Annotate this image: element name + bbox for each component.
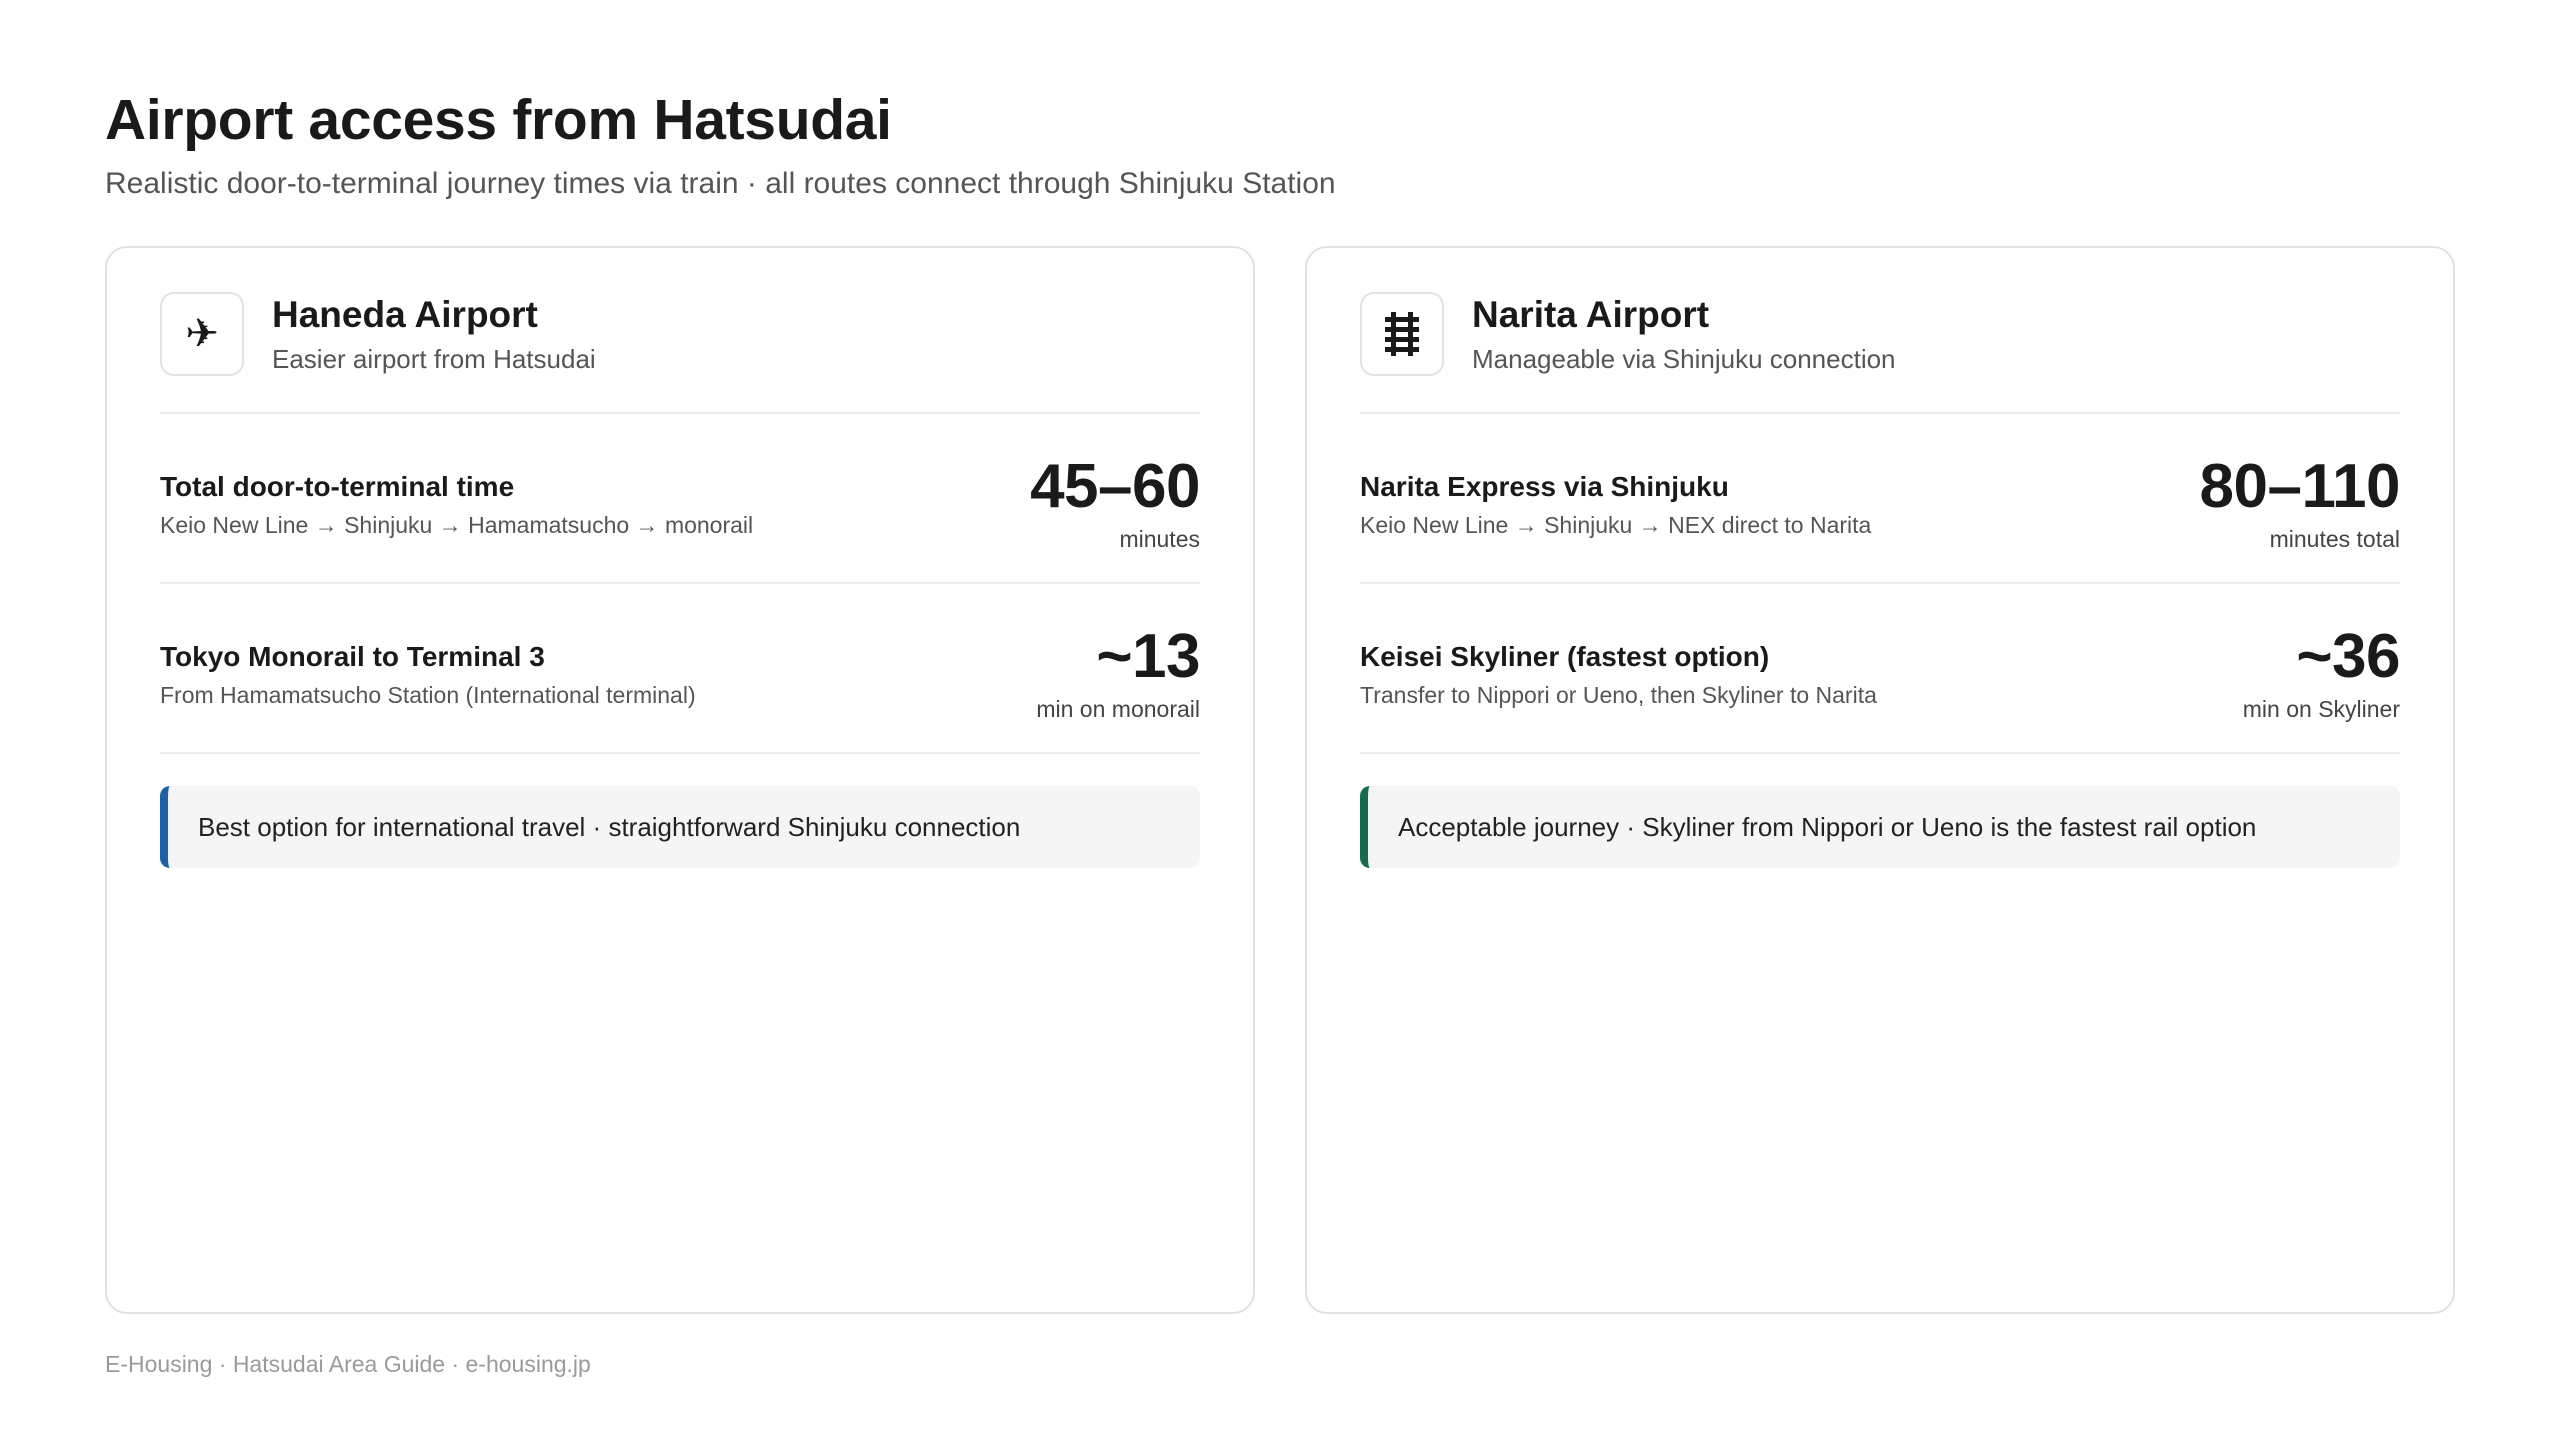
narita-card: Narita Airport Manageable via Shinjuku c… <box>1305 246 2455 1314</box>
stat-detail: Keio New Line → Shinjuku → Hamamatsucho … <box>160 512 754 538</box>
card-header: Narita Airport Manageable via Shinjuku c… <box>1360 292 2400 414</box>
stat-row-skyliner: Keisei Skyliner (fastest option) Transfe… <box>1360 584 2401 754</box>
page-subtitle: Realistic door-to-terminal journey times… <box>105 167 1336 200</box>
stat-row-narita-express: Narita Express via Shinjuku Keio New Lin… <box>1360 414 2401 584</box>
stat-value: 80–110 <box>2199 452 2401 521</box>
card-description: Easier airport from Hatsudai <box>272 344 596 374</box>
page-title: Airport access from Hatsudai <box>105 88 892 152</box>
card-title: Narita Airport <box>1472 294 1710 335</box>
stat-row-monorail: Tokyo Monorail to Terminal 3 From Hamama… <box>160 584 1200 754</box>
stat-label: Narita Express via Shinjuku <box>1360 471 1729 502</box>
stat-label: Keisei Skyliner (fastest option) <box>1360 641 1770 672</box>
stat-unit: min on Skyliner <box>2242 696 2400 722</box>
stat-unit: minutes <box>1119 526 1200 552</box>
stat-detail: Keio New Line → Shinjuku → NEX direct to… <box>1360 512 1872 538</box>
card-title: Haneda Airport <box>272 294 538 335</box>
stat-detail: Transfer to Nippori or Ueno, then Skylin… <box>1360 682 1877 708</box>
stat-unit: minutes total <box>2269 526 2400 552</box>
stat-unit: min on monorail <box>1036 696 1200 722</box>
airplane-icon: ✈ <box>160 292 244 376</box>
stat-label: Total door-to-terminal time <box>160 471 515 502</box>
railway-track-icon <box>1360 292 1444 376</box>
card-description: Manageable via Shinjuku connection <box>1472 344 1896 374</box>
stat-value: ~13 <box>1096 622 1200 691</box>
stat-value: ~36 <box>2296 622 2400 691</box>
callout-note: Acceptable journey · Skyliner from Nippo… <box>1360 786 2400 868</box>
footer: E-Housing · Hatsudai Area Guide · e-hous… <box>105 1351 591 1377</box>
card-header: ✈ Haneda Airport Easier airport from Hat… <box>160 292 1200 414</box>
stat-detail: From Hamamatsucho Station (International… <box>160 682 696 708</box>
callout-note: Best option for international travel · s… <box>160 786 1200 868</box>
stat-value: 45–60 <box>1030 452 1200 521</box>
stat-row-total-time: Total door-to-terminal time Keio New Lin… <box>160 414 1200 584</box>
page: Airport access from Hatsudai Realistic d… <box>0 0 2560 1440</box>
stat-label: Tokyo Monorail to Terminal 3 <box>160 641 545 672</box>
airport-cards: ✈ Haneda Airport Easier airport from Hat… <box>105 246 2455 1314</box>
haneda-card: ✈ Haneda Airport Easier airport from Hat… <box>105 246 1255 1314</box>
